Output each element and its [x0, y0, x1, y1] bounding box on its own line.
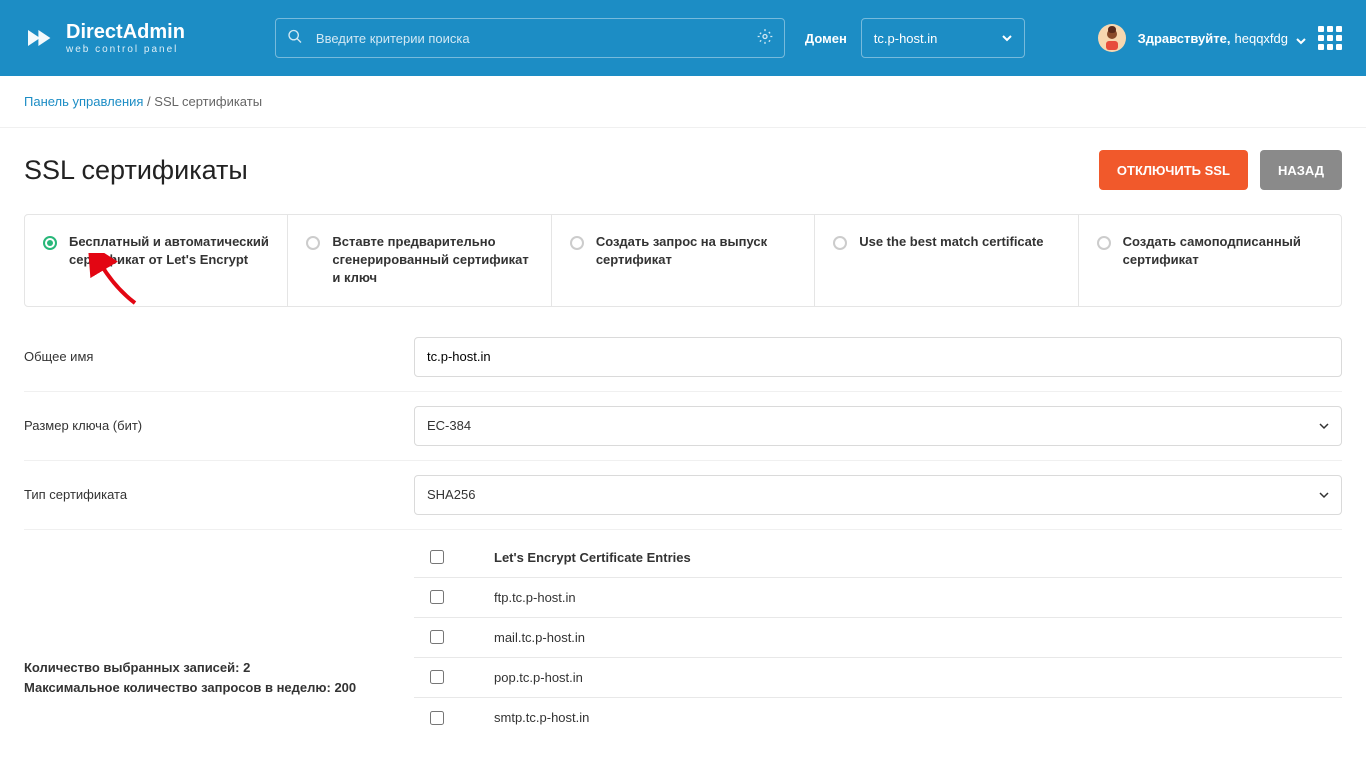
common-name-label: Общее имя [24, 349, 414, 364]
search-settings-icon[interactable] [757, 29, 773, 48]
brand-subtitle: web control panel [66, 44, 185, 55]
key-size-label: Размер ключа (бит) [24, 418, 414, 433]
table-row: mail.tc.p-host.in [414, 618, 1342, 658]
breadcrumb-root[interactable]: Панель управления [24, 94, 143, 109]
selected-count: 2 [243, 660, 250, 675]
entry-host: pop.tc.p-host.in [494, 670, 583, 685]
entry-host: mail.tc.p-host.in [494, 630, 585, 645]
search-input[interactable] [275, 18, 785, 58]
greeting-text: Здравствуйте, [1138, 31, 1231, 46]
chevron-down-icon [1002, 33, 1012, 43]
select-all-checkbox[interactable] [430, 550, 444, 564]
logo[interactable]: DirectAdmin web control panel [24, 21, 185, 55]
tab-label: Use the best match certificate [859, 233, 1043, 288]
avatar-icon[interactable] [1098, 24, 1126, 52]
entries-table: Let's Encrypt Certificate Entries ftp.tc… [414, 538, 1342, 738]
title-row: SSL сертификаты ОТКЛЮЧИТЬ SSL НАЗАД [24, 150, 1342, 190]
domain-label: Домен [805, 31, 847, 46]
entry-checkbox[interactable] [430, 630, 444, 644]
tab-label: Создать самоподписанный сертификат [1123, 233, 1323, 288]
entry-checkbox[interactable] [430, 590, 444, 604]
domain-value: tc.p-host.in [874, 31, 938, 46]
table-header-label: Let's Encrypt Certificate Entries [494, 550, 691, 565]
tab-label: Создать запрос на выпуск сертификат [596, 233, 796, 288]
row-common-name: Общее имя [24, 323, 1342, 392]
logo-icon [24, 22, 56, 54]
cert-type-value: SHA256 [427, 487, 475, 502]
user-greeting[interactable]: Здравствуйте, heqqxfdg [1138, 31, 1306, 46]
table-header-row: Let's Encrypt Certificate Entries [414, 538, 1342, 578]
chevron-down-icon [1319, 490, 1329, 500]
disable-ssl-button[interactable]: ОТКЛЮЧИТЬ SSL [1099, 150, 1248, 190]
row-cert-type: Тип сертификата SHA256 [24, 461, 1342, 530]
chevron-down-icon [1319, 421, 1329, 431]
max-requests-label: Максимальное количество запросов в недел… [24, 680, 331, 695]
cert-type-label: Тип сертификата [24, 487, 414, 502]
selected-count-label: Количество выбранных записей: [24, 660, 239, 675]
entry-checkbox[interactable] [430, 670, 444, 684]
back-button[interactable]: НАЗАД [1260, 150, 1342, 190]
page-title: SSL сертификаты [24, 155, 248, 186]
tab-csr[interactable]: Создать запрос на выпуск сертификат [552, 215, 815, 306]
search-icon [287, 29, 303, 48]
cert-type-select[interactable]: SHA256 [414, 475, 1342, 515]
tab-self-signed[interactable]: Создать самоподписанный сертификат [1079, 215, 1341, 306]
entry-host: smtp.tc.p-host.in [494, 710, 589, 725]
page-actions: ОТКЛЮЧИТЬ SSL НАЗАД [1099, 150, 1342, 190]
table-row: pop.tc.p-host.in [414, 658, 1342, 698]
entries-block: Количество выбранных записей: 2 Максимал… [24, 538, 1342, 738]
tab-label: Вставте предварительно сгенерированный с… [332, 233, 532, 288]
radio-icon [306, 236, 320, 250]
domain-select[interactable]: tc.p-host.in [861, 18, 1025, 58]
entries-summary: Количество выбранных записей: 2 Максимал… [24, 538, 414, 738]
chevron-down-icon [1296, 36, 1306, 46]
radio-icon [1097, 236, 1111, 250]
top-header: DirectAdmin web control panel Домен tc.p… [0, 0, 1366, 76]
max-requests: 200 [334, 680, 356, 695]
search-container [275, 18, 785, 58]
row-key-size: Размер ключа (бит) EC-384 [24, 392, 1342, 461]
key-size-value: EC-384 [427, 418, 471, 433]
table-row: ftp.tc.p-host.in [414, 578, 1342, 618]
breadcrumb-current: SSL сертификаты [154, 94, 262, 109]
brand-name: DirectAdmin [66, 21, 185, 44]
key-size-select[interactable]: EC-384 [414, 406, 1342, 446]
radio-icon [43, 236, 57, 250]
radio-icon [570, 236, 584, 250]
main-content: SSL сертификаты ОТКЛЮЧИТЬ SSL НАЗАД Бесп… [0, 128, 1366, 762]
entry-host: ftp.tc.p-host.in [494, 590, 576, 605]
entry-checkbox[interactable] [430, 711, 444, 725]
user-block: Здравствуйте, heqqxfdg [1098, 24, 1342, 52]
username: heqqxfdg [1235, 31, 1289, 46]
apps-grid-icon[interactable] [1318, 26, 1342, 50]
breadcrumb-sep: / [143, 94, 154, 109]
common-name-input[interactable] [414, 337, 1342, 377]
tab-paste-cert[interactable]: Вставте предварительно сгенерированный с… [288, 215, 551, 306]
tab-label: Бесплатный и автоматический сертификат о… [69, 233, 269, 288]
breadcrumb: Панель управления / SSL сертификаты [0, 76, 1366, 128]
tab-letsencrypt[interactable]: Бесплатный и автоматический сертификат о… [25, 215, 288, 306]
tab-best-match[interactable]: Use the best match certificate [815, 215, 1078, 306]
table-row: smtp.tc.p-host.in [414, 698, 1342, 738]
cert-option-tabs: Бесплатный и автоматический сертификат о… [24, 214, 1342, 307]
radio-icon [833, 236, 847, 250]
domain-block: Домен tc.p-host.in [805, 18, 1025, 58]
